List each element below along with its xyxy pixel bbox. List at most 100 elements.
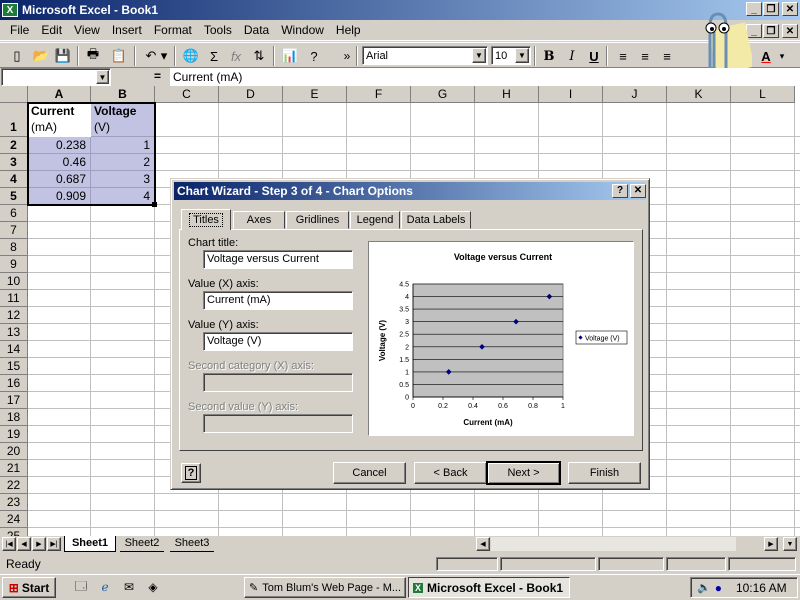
- outlook-icon[interactable]: ✉: [118, 577, 140, 597]
- doc-restore-button[interactable]: ❐: [763, 24, 779, 38]
- taskbar-item-web-page[interactable]: ✎ Tom Blum's Web Page - M...: [244, 577, 406, 598]
- cell-b1-line1[interactable]: Voltage: [91, 103, 155, 119]
- menu-data[interactable]: Data: [238, 23, 275, 37]
- last-sheet-icon[interactable]: ▶|: [47, 537, 61, 551]
- cell-b1-line2[interactable]: (V): [91, 119, 155, 135]
- cell-b5[interactable]: 4: [91, 188, 153, 204]
- cell-a1-line1[interactable]: Current: [28, 103, 91, 119]
- font-dropdown-icon[interactable]: ▼: [472, 48, 486, 63]
- channels-icon[interactable]: ◈: [142, 577, 164, 597]
- show-desktop-icon[interactable]: 🗔: [70, 577, 92, 597]
- chart-title-input[interactable]: Voltage versus Current: [203, 250, 353, 269]
- row-header-25[interactable]: 25: [0, 528, 28, 536]
- column-header-f[interactable]: F: [347, 86, 411, 103]
- row-header-1[interactable]: 1: [0, 103, 28, 137]
- font-name-box[interactable]: Arial ▼: [362, 46, 488, 65]
- autosum-icon[interactable]: Σ: [203, 46, 225, 66]
- new-icon[interactable]: ▯: [6, 46, 28, 66]
- column-header-b[interactable]: B: [91, 86, 155, 103]
- italic-button[interactable]: I: [561, 46, 583, 66]
- name-box[interactable]: ▼: [1, 68, 111, 86]
- function-icon[interactable]: fx: [225, 46, 247, 66]
- chart-wizard-icon[interactable]: 📊: [279, 46, 301, 66]
- cell-a1-line2[interactable]: (mA): [28, 119, 91, 135]
- column-header-e[interactable]: E: [283, 86, 347, 103]
- menu-window[interactable]: Window: [275, 23, 330, 37]
- tab-sheet1[interactable]: Sheet1: [64, 536, 116, 552]
- scroll-down-icon[interactable]: ▼: [783, 537, 797, 551]
- row-header-13[interactable]: 13: [0, 324, 28, 341]
- row-header-4[interactable]: 4: [0, 171, 28, 188]
- close-button[interactable]: ✕: [782, 2, 798, 16]
- menu-view[interactable]: View: [68, 23, 106, 37]
- volume-icon[interactable]: 🔈: [697, 581, 711, 594]
- font-size-box[interactable]: 10 ▼: [491, 46, 531, 65]
- tab-sheet3[interactable]: Sheet3: [170, 536, 214, 552]
- next-sheet-icon[interactable]: ▶: [32, 537, 46, 551]
- scroll-right-icon[interactable]: ▶: [764, 537, 778, 551]
- row-header-10[interactable]: 10: [0, 273, 28, 290]
- row-header-24[interactable]: 24: [0, 511, 28, 528]
- row-header-22[interactable]: 22: [0, 477, 28, 494]
- row-header-9[interactable]: 9: [0, 256, 28, 273]
- help-icon[interactable]: ?: [303, 46, 325, 66]
- row-header-19[interactable]: 19: [0, 426, 28, 443]
- first-sheet-icon[interactable]: |◀: [2, 537, 16, 551]
- finish-button[interactable]: Finish: [568, 462, 641, 484]
- cell-a2[interactable]: 0.238: [28, 137, 89, 153]
- row-header-14[interactable]: 14: [0, 341, 28, 358]
- cell-b3[interactable]: 2: [91, 154, 153, 170]
- row-header-20[interactable]: 20: [0, 443, 28, 460]
- column-header-l[interactable]: L: [731, 86, 795, 103]
- taskbar-item-excel[interactable]: X Microsoft Excel - Book1: [408, 577, 570, 598]
- row-header-18[interactable]: 18: [0, 409, 28, 426]
- row-header-21[interactable]: 21: [0, 460, 28, 477]
- tab-data-labels[interactable]: Data Labels: [401, 211, 471, 229]
- column-header-i[interactable]: I: [539, 86, 603, 103]
- column-header-j[interactable]: J: [603, 86, 667, 103]
- row-header-5[interactable]: 5: [0, 188, 28, 205]
- name-box-dropdown-icon[interactable]: ▼: [96, 70, 109, 84]
- sort-ascending-icon[interactable]: ⇅: [248, 46, 270, 66]
- horizontal-scrollbar-track[interactable]: [491, 537, 736, 551]
- row-header-2[interactable]: 2: [0, 137, 28, 154]
- menu-insert[interactable]: Insert: [106, 23, 148, 37]
- align-left-icon[interactable]: ≡: [612, 46, 634, 66]
- undo-dropdown-icon[interactable]: ▾: [158, 46, 170, 66]
- scroll-left-icon[interactable]: ◀: [476, 537, 490, 551]
- cell-b2[interactable]: 1: [91, 137, 153, 153]
- align-right-icon[interactable]: ≡: [656, 46, 678, 66]
- menu-file[interactable]: File: [4, 23, 35, 37]
- cell-a4[interactable]: 0.687: [28, 171, 89, 187]
- row-header-6[interactable]: 6: [0, 205, 28, 222]
- y-axis-title-input[interactable]: Voltage (V): [203, 332, 353, 351]
- internet-explorer-icon[interactable]: ℯ: [94, 577, 116, 597]
- tab-sheet2[interactable]: Sheet2: [120, 536, 164, 552]
- tab-legend[interactable]: Legend: [350, 211, 400, 229]
- row-header-16[interactable]: 16: [0, 375, 28, 392]
- start-button[interactable]: ⊞ Start: [2, 577, 56, 598]
- select-all-corner[interactable]: [0, 86, 28, 103]
- cell-a3[interactable]: 0.46: [28, 154, 89, 170]
- cancel-button[interactable]: Cancel: [333, 462, 406, 484]
- back-button[interactable]: < Back: [414, 462, 487, 484]
- cell-b4[interactable]: 3: [91, 171, 153, 187]
- column-header-g[interactable]: G: [411, 86, 475, 103]
- row-header-23[interactable]: 23: [0, 494, 28, 511]
- save-icon[interactable]: 💾: [52, 46, 74, 66]
- menu-tools[interactable]: Tools: [198, 23, 238, 37]
- dialog-help-icon[interactable]: ?: [612, 184, 628, 198]
- messenger-icon[interactable]: ●: [715, 581, 722, 595]
- align-center-icon[interactable]: ≡: [634, 46, 656, 66]
- fill-handle[interactable]: [152, 202, 157, 207]
- column-header-c[interactable]: C: [155, 86, 219, 103]
- column-header-a[interactable]: A: [28, 86, 91, 103]
- menu-edit[interactable]: Edit: [35, 23, 68, 37]
- paste-icon[interactable]: 📋: [108, 46, 130, 66]
- doc-close-button[interactable]: ✕: [782, 24, 798, 38]
- row-header-12[interactable]: 12: [0, 307, 28, 324]
- row-header-3[interactable]: 3: [0, 154, 28, 171]
- menu-format[interactable]: Format: [148, 23, 198, 37]
- print-icon[interactable]: 🖶: [82, 46, 104, 66]
- font-color-dropdown-icon[interactable]: ▾: [776, 46, 788, 66]
